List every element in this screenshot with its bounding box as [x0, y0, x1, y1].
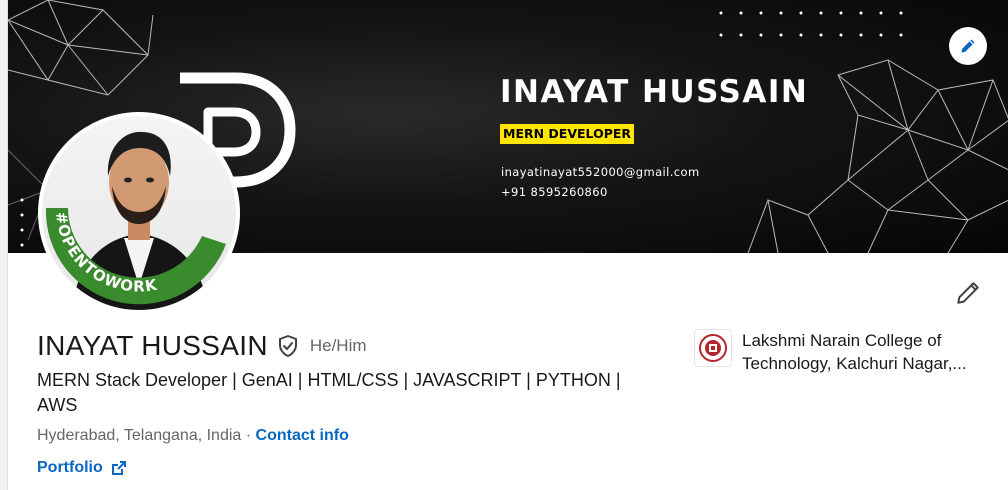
avatar: #OPENTOWORK: [42, 116, 236, 310]
pencil-icon: [957, 282, 979, 304]
edit-banner-button[interactable]: [949, 27, 987, 65]
portfolio-label[interactable]: Portfolio: [37, 459, 103, 477]
portfolio-link[interactable]: Portfolio: [37, 459, 127, 477]
banner-name: INAYAT HUSSAIN: [500, 74, 809, 110]
education-item[interactable]: Lakshmi Narain College of Technology, Ka…: [694, 329, 987, 375]
location-row: Hyderabad, Telangana, India · Contact in…: [37, 427, 349, 445]
separator-dot: ·: [241, 427, 256, 444]
pronouns: He/Him: [309, 336, 367, 355]
pencil-icon: [961, 39, 975, 53]
edit-profile-button[interactable]: [954, 279, 982, 307]
profile-name: INAYAT HUSSAIN: [37, 330, 268, 361]
contact-info-link[interactable]: Contact info: [256, 427, 349, 444]
avatar-portrait: #OPENTOWORK: [45, 131, 226, 310]
location: Hyderabad, Telangana, India: [37, 427, 242, 444]
shield-check-icon[interactable]: [276, 334, 300, 358]
banner-role-tag: MERN DEVELOPER: [500, 124, 635, 144]
education-school-name[interactable]: Lakshmi Narain College of Technology, Ka…: [742, 329, 987, 375]
banner-phone: +91 8595260860: [501, 185, 608, 199]
profile-card: INAYAT HUSSAIN MERN DEVELOPER inayatinay…: [7, 0, 1008, 490]
profile-name-row: INAYAT HUSSAIN He/Him: [37, 330, 367, 362]
banner-email: inayatinayat552000@gmail.com: [501, 165, 700, 179]
profile-photo[interactable]: #OPENTOWORK: [38, 112, 240, 314]
external-link-icon: [111, 460, 127, 476]
college-crest-icon: [694, 329, 732, 367]
profile-headline: MERN Stack Developer | GenAI | HTML/CSS …: [37, 370, 621, 415]
